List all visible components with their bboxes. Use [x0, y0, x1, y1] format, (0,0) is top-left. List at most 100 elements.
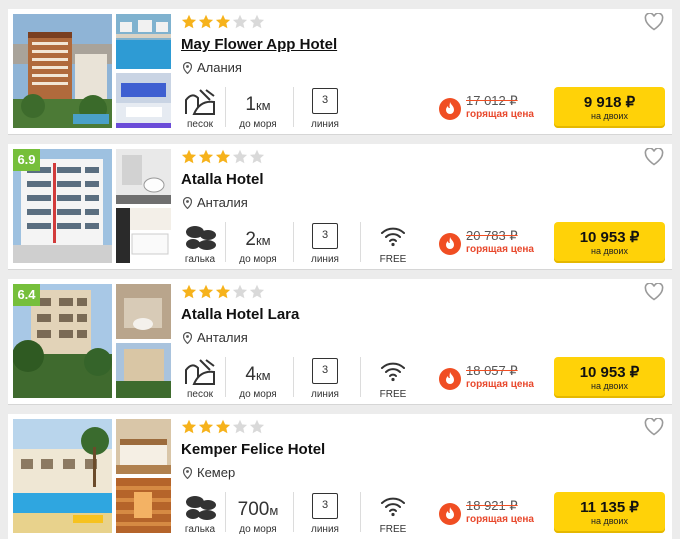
beach-type: песок	[181, 356, 219, 402]
hotel-card[interactable]: 6.9 Atalla Hotel Анталия галька 2км до м…	[8, 144, 672, 270]
old-price: 20 783 ₽	[466, 228, 518, 243]
wifi-caption: FREE	[379, 389, 407, 400]
fire-icon	[439, 233, 461, 255]
wifi-icon	[381, 227, 405, 247]
beach-type: песок	[181, 86, 219, 132]
location-pin-icon	[183, 331, 192, 344]
hot-price-label: горящая цена	[466, 514, 534, 525]
star-icon	[181, 14, 197, 29]
hotel-main-photo[interactable]	[13, 419, 112, 533]
heart-icon[interactable]	[644, 418, 664, 436]
hotel-photo-bathroom[interactable]	[116, 149, 171, 204]
old-price: 18 921 ₽	[466, 498, 518, 513]
hotel-name[interactable]: Atalla Hotel Lara	[181, 306, 299, 323]
beach-line: 3 линия	[305, 356, 345, 402]
star-icon	[198, 14, 214, 29]
wifi-icon	[381, 497, 405, 517]
heart-icon[interactable]	[644, 13, 664, 31]
hotel-main-photo[interactable]	[13, 14, 112, 128]
line-value: 3	[312, 88, 338, 114]
hotel-location: Кемер	[183, 465, 235, 480]
hotel-name-link[interactable]: May Flower App Hotel	[181, 36, 337, 53]
line-caption: линия	[311, 389, 339, 400]
distance-unit: км	[255, 98, 271, 113]
review-score-badge: 6.9	[13, 149, 40, 171]
wifi-icon	[381, 362, 405, 382]
hotel-photo-building[interactable]	[116, 343, 171, 398]
price-value: 9 918 ₽	[583, 94, 636, 111]
star-icon	[198, 419, 214, 434]
hotel-list: May Flower App Hotel Алания песок 1км до…	[0, 0, 680, 539]
hotel-photo-pool[interactable]	[116, 14, 171, 69]
wifi-free: FREE	[373, 491, 413, 537]
line-value: 3	[312, 493, 338, 519]
sand-beach-icon	[185, 89, 215, 115]
star-icon	[249, 419, 265, 434]
hotel-photo-room[interactable]	[116, 208, 171, 263]
star-icon	[232, 149, 248, 164]
price-value: 10 953 ₽	[579, 364, 640, 381]
star-icon	[215, 284, 231, 299]
hotel-name[interactable]: Atalla Hotel	[181, 171, 264, 188]
distance-value: 1	[245, 94, 256, 115]
distance-caption: до моря	[239, 119, 277, 130]
pebble-beach-icon	[186, 226, 216, 250]
beach-line: 3 линия	[305, 491, 345, 537]
hot-price-label: горящая цена	[466, 109, 534, 120]
beach-line: 3 линия	[305, 86, 345, 132]
heart-icon[interactable]	[644, 283, 664, 301]
distance-value: 4	[245, 364, 256, 385]
hotel-photo-lobby[interactable]	[116, 73, 171, 128]
sand-beach-icon	[185, 359, 215, 385]
hotel-card[interactable]: 6.4 Atalla Hotel Lara Анталия песок 4км …	[8, 279, 672, 405]
price-button[interactable]: 11 135 ₽ на двоих	[554, 492, 665, 533]
beach-caption: галька	[184, 254, 216, 265]
price-value: 10 953 ₽	[579, 229, 640, 246]
fire-icon	[439, 503, 461, 525]
hotel-photo-sauna[interactable]	[116, 478, 171, 533]
beach-line: 3 линия	[305, 221, 345, 267]
price-note: на двоих	[591, 516, 628, 526]
star-rating	[181, 419, 269, 435]
beach-type: галька	[181, 221, 219, 267]
line-value: 3	[312, 223, 338, 249]
line-caption: линия	[311, 119, 339, 130]
star-icon	[232, 419, 248, 434]
price-button[interactable]: 10 953 ₽ на двоих	[554, 357, 665, 398]
distance-caption: до моря	[239, 524, 277, 535]
price-button[interactable]: 9 918 ₽ на двоих	[554, 87, 665, 128]
distance-unit: м	[269, 503, 279, 518]
star-icon	[249, 284, 265, 299]
hotel-location: Анталия	[183, 195, 248, 210]
hotel-photo-room[interactable]	[116, 419, 171, 474]
star-rating	[181, 149, 269, 165]
star-icon	[232, 284, 248, 299]
heart-icon[interactable]	[644, 148, 664, 166]
distance-to-sea: 4км до моря	[230, 356, 286, 402]
line-caption: линия	[311, 254, 339, 265]
hotel-photo-bathroom[interactable]	[116, 284, 171, 339]
price-note: на двоих	[591, 246, 628, 256]
distance-to-sea: 1км до моря	[230, 86, 286, 132]
hot-price-label: горящая цена	[466, 379, 534, 390]
pebble-beach-icon	[186, 496, 216, 520]
hotel-card[interactable]: May Flower App Hotel Алания песок 1км до…	[8, 9, 672, 135]
hotel-location: Алания	[183, 60, 242, 75]
star-icon	[181, 419, 197, 434]
review-score-badge: 6.4	[13, 284, 40, 306]
star-rating	[181, 14, 269, 30]
distance-to-sea: 700м до моря	[230, 491, 286, 537]
hotel-card[interactable]: Kemper Felice Hotel Кемер галька 700м до…	[8, 414, 672, 539]
price-button[interactable]: 10 953 ₽ на двоих	[554, 222, 665, 263]
location-label: Кемер	[197, 465, 236, 480]
distance-caption: до моря	[239, 254, 277, 265]
fire-icon	[439, 98, 461, 120]
star-icon	[198, 284, 214, 299]
beach-caption: галька	[184, 524, 216, 535]
beach-caption: песок	[186, 119, 214, 130]
hotel-name[interactable]: Kemper Felice Hotel	[181, 441, 325, 458]
star-icon	[215, 14, 231, 29]
star-icon	[181, 284, 197, 299]
location-pin-icon	[183, 466, 192, 479]
beach-type: галька	[181, 491, 219, 537]
